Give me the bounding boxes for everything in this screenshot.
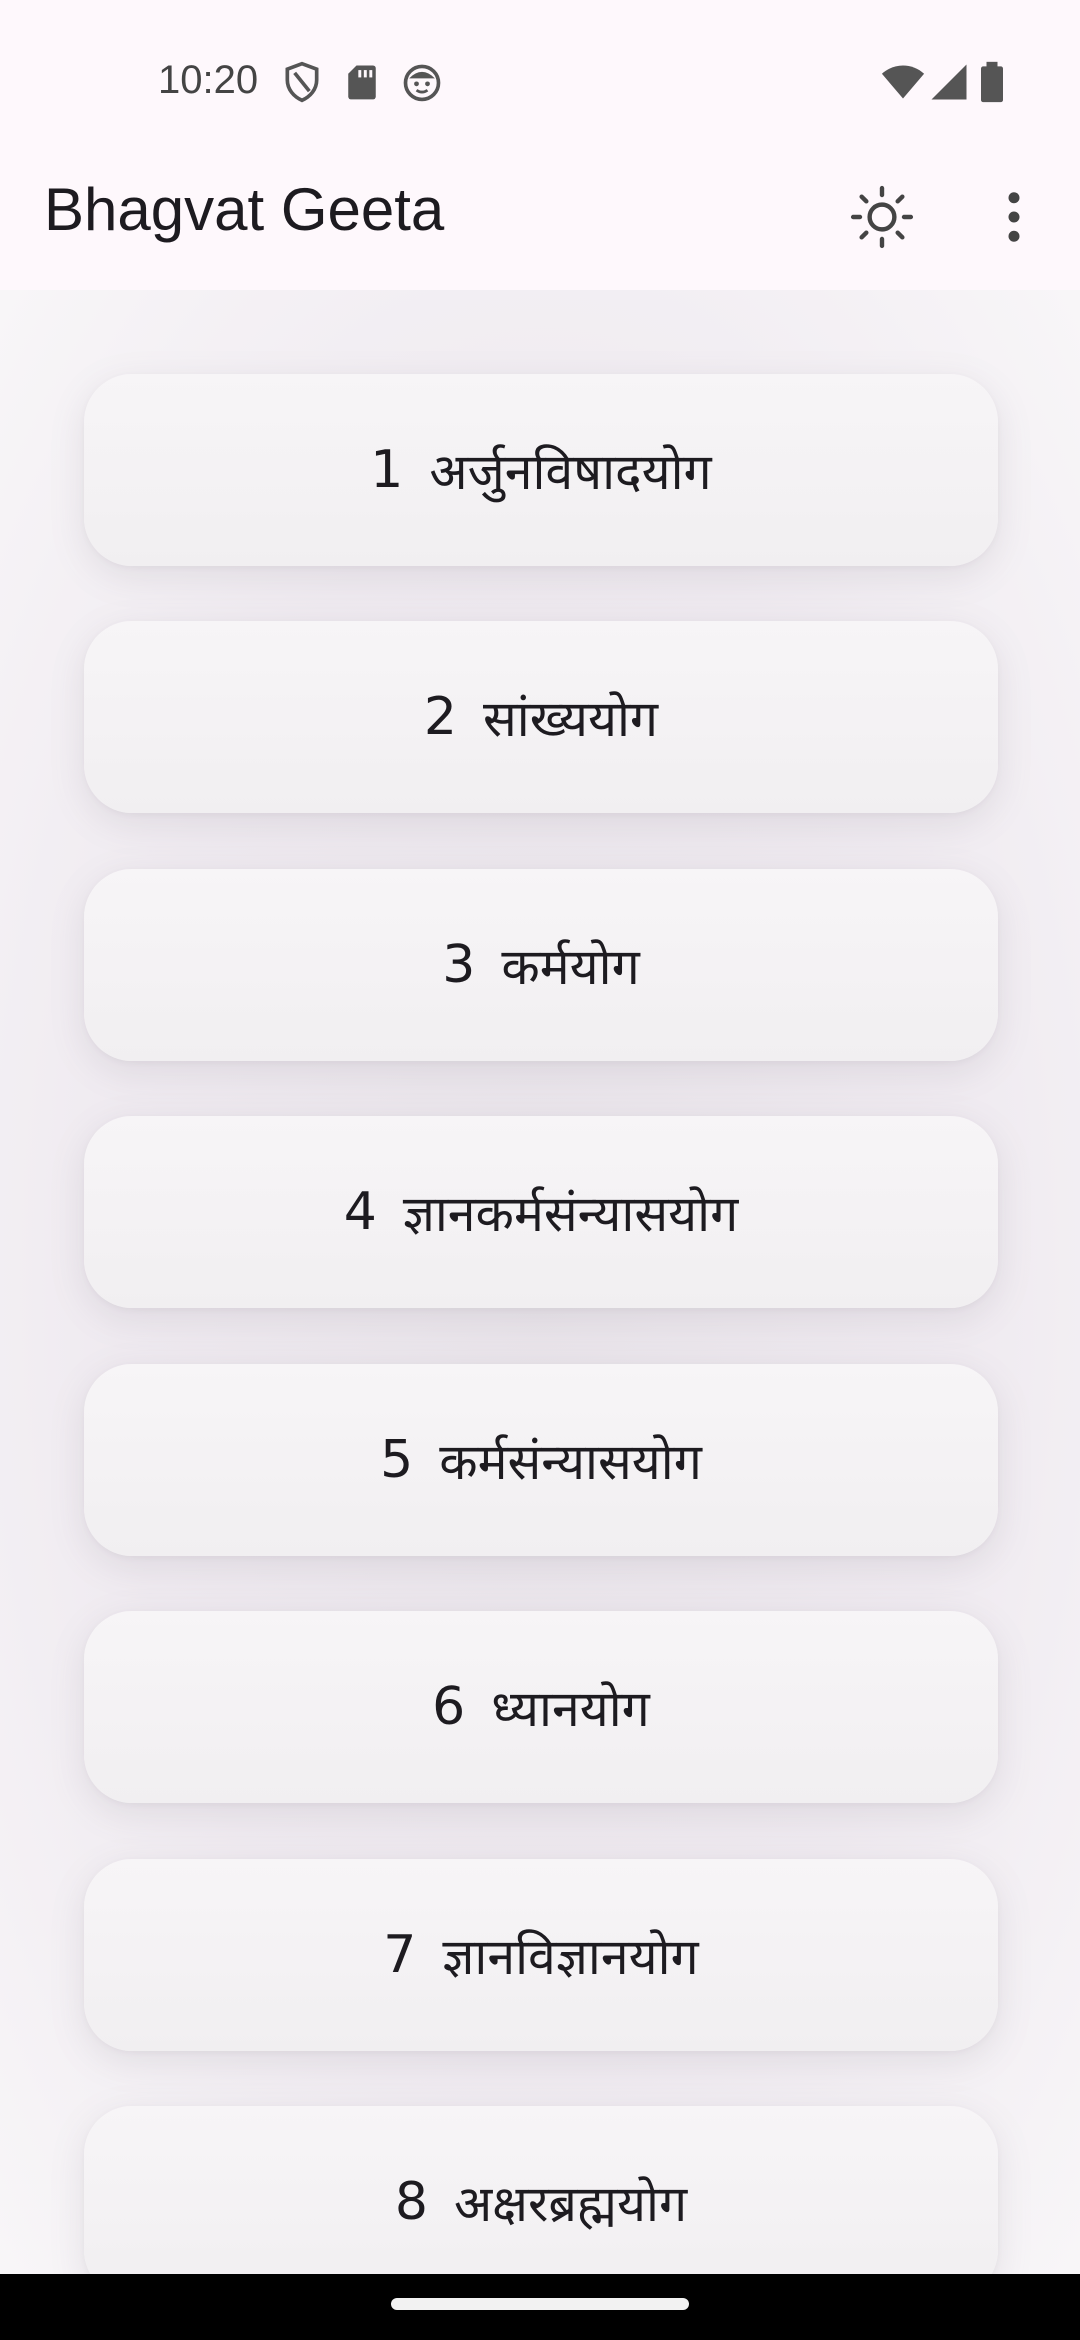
chapter-name: ज्ञानविज्ञानयोग	[442, 1928, 699, 1986]
chapter-number: 4	[343, 1182, 377, 1242]
chapter-card[interactable]: 1 अर्जुनविषादयोग	[84, 374, 998, 566]
home-gesture-handle[interactable]	[391, 2298, 689, 2310]
chapter-card[interactable]: 2 सांख्ययोग	[84, 621, 998, 813]
chapter-card[interactable]: 6 ध्यानयोग	[84, 1611, 998, 1803]
status-time: 10:20	[158, 58, 259, 102]
chapter-number: 3	[442, 935, 476, 995]
chapter-card[interactable]: 5 कर्मसंन्यासयोग	[84, 1364, 998, 1556]
chapter-name: कर्मयोग	[501, 938, 640, 996]
chapter-name: सांख्ययोग	[482, 690, 659, 748]
theme-toggle-button[interactable]	[838, 173, 926, 261]
chapter-name: कर्मसंन्यासयोग	[439, 1433, 702, 1491]
battery-icon	[978, 60, 1006, 104]
app-title: Bhagvat Geeta	[44, 176, 445, 243]
chapter-name: ज्ञानकर्मसंन्यासयोग	[402, 1185, 739, 1243]
chapter-number: 2	[423, 687, 457, 747]
chapter-number: 6	[432, 1677, 466, 1737]
signal-icon	[928, 60, 970, 104]
chapter-number: 8	[394, 2172, 428, 2232]
chapter-card[interactable]: 3 कर्मयोग	[84, 869, 998, 1061]
brightness-icon	[849, 184, 915, 250]
chapter-card[interactable]: 8 अक्षरब्रह्मयोग	[84, 2106, 998, 2274]
chapter-name: अर्जुनविषादयोग	[429, 443, 712, 501]
face-icon	[400, 60, 444, 104]
wifi-icon	[880, 60, 926, 104]
chapter-name: ध्यानयोग	[491, 1680, 650, 1738]
chapter-number: 7	[383, 1925, 417, 1985]
shield-icon	[280, 60, 324, 104]
app-bar: Bhagvat Geeta	[0, 145, 1080, 290]
more-vert-icon	[981, 184, 1047, 250]
navigation-bar	[0, 2274, 1080, 2340]
chapter-card[interactable]: 4 ज्ञानकर्मसंन्यासयोग	[84, 1116, 998, 1308]
sd-card-icon	[340, 60, 384, 104]
status-bar: 10:20	[0, 0, 1080, 145]
chapter-number: 5	[380, 1430, 414, 1490]
overflow-menu-button[interactable]	[970, 173, 1058, 261]
chapter-name: अक्षरब्रह्मयोग	[453, 2175, 688, 2233]
chapter-number: 1	[370, 440, 404, 500]
chapter-card[interactable]: 7 ज्ञानविज्ञानयोग	[84, 1859, 998, 2051]
chapter-list: 1 अर्जुनविषादयोग 2 सांख्ययोग 3 कर्मयोग 4…	[0, 290, 1080, 2274]
